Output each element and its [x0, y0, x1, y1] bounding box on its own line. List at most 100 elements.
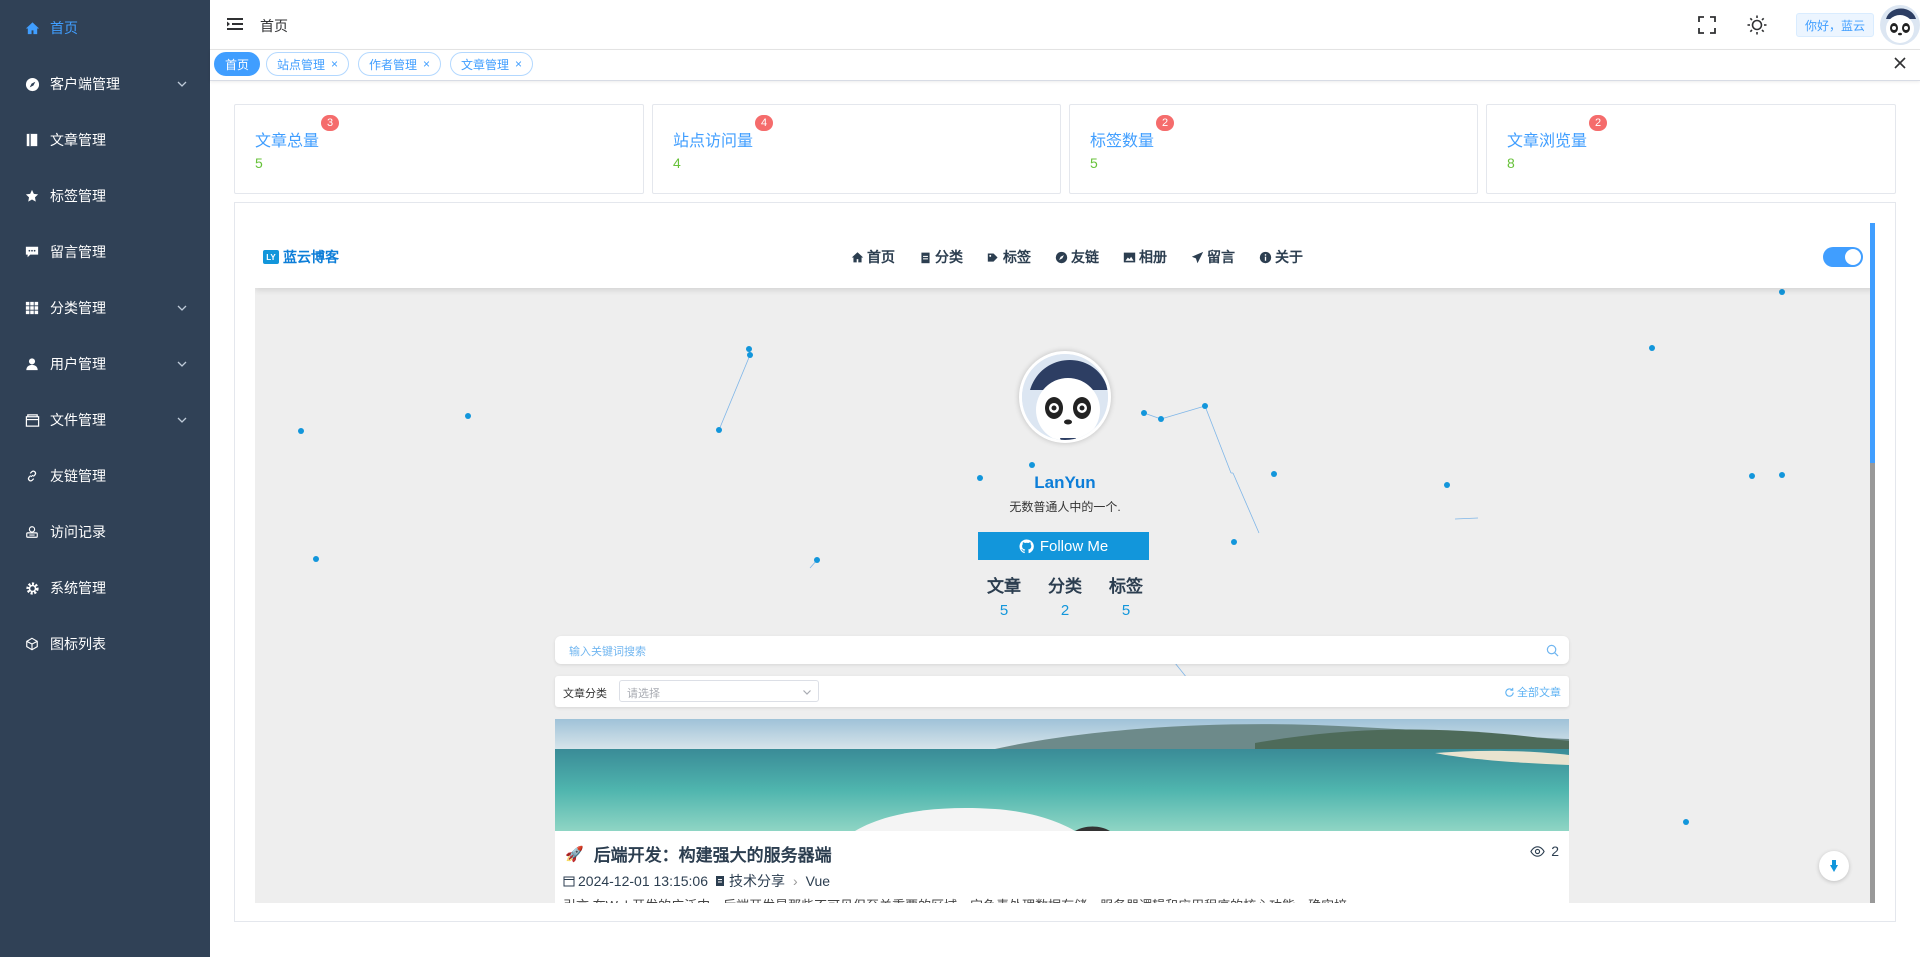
blog-menu-label: 标签	[1003, 249, 1031, 265]
stat-card-title: 站点访问量 4	[673, 115, 774, 151]
chevron-right-icon: ›	[793, 873, 798, 889]
sidebar-item-home[interactable]: 首页	[0, 0, 210, 56]
tag-label: 首页	[225, 57, 250, 72]
blog-menu-message[interactable]: 留言	[1191, 247, 1235, 267]
compass-icon	[1055, 251, 1068, 263]
sidebar-item-visits[interactable]: 访问记录	[0, 504, 210, 560]
sidebar-item-label: 标签管理	[50, 188, 106, 204]
article-search-input[interactable]: 输入关键词搜索	[555, 636, 1569, 664]
folder-icon	[24, 412, 40, 428]
clipboard-icon	[716, 876, 724, 886]
category-filter-bar: 文章分类 请选择 全部文章	[555, 676, 1569, 707]
refresh-icon	[1505, 687, 1514, 697]
blog-preview-frame[interactable]: LY 蓝云博客 首页 分类 标签 友链 相册 留言 关于 LanYun 无数普通…	[255, 223, 1875, 903]
blog-menu-home[interactable]: 首页	[851, 247, 895, 267]
blog-author-motto: 无数普通人中的一个.	[1009, 500, 1121, 514]
sidebar-item-tags[interactable]: 标签管理	[0, 168, 210, 224]
sidebar-item-label: 分类管理	[50, 300, 106, 316]
sidebar-item-links[interactable]: 友链管理	[0, 448, 210, 504]
stat-title-text: 文章浏览量	[1507, 133, 1588, 150]
follow-label: Follow Me	[1039, 537, 1109, 555]
stat-badge: 3	[321, 115, 340, 131]
sidebar-item-label: 访问记录	[50, 524, 106, 540]
stat-card-title: 文章浏览量 2	[1507, 115, 1608, 151]
filter-label: 文章分类	[563, 688, 607, 700]
search-placeholder: 输入关键词搜索	[569, 646, 646, 658]
header-actions: 你好，蓝云	[1696, 0, 1920, 50]
blog-stat-articles[interactable]: 文章 5	[979, 572, 1029, 619]
scrollbar-thumb[interactable]	[1870, 223, 1875, 463]
sidebar-item-articles[interactable]: 文章管理	[0, 112, 210, 168]
sidebar-item-comments[interactable]: 留言管理	[0, 224, 210, 280]
sidebar-item-label: 文件管理	[50, 412, 106, 428]
rocket-icon: 🚀	[565, 845, 584, 863]
home-icon	[24, 20, 40, 36]
gear-icon	[24, 580, 40, 596]
sidebar-item-categories[interactable]: 分类管理	[0, 280, 210, 336]
blog-menu-tags[interactable]: 标签	[987, 247, 1031, 267]
article-card[interactable]: 🚀 后端开发：构建强大的服务器端 2 2024-12-01 13:15:06 技术…	[555, 719, 1569, 903]
sidebar-item-system[interactable]: 系统管理	[0, 560, 210, 616]
stat-value: 5	[255, 155, 263, 171]
tag-article[interactable]: 文章管理 ×	[450, 52, 534, 76]
article-title-text: 后端开发：构建强大的服务器端	[593, 846, 832, 865]
close-all-icon[interactable]	[1892, 55, 1908, 71]
blog-menu: 首页 分类 标签 友链 相册 留言 关于	[851, 247, 1327, 267]
category-select[interactable]: 请选择	[619, 680, 819, 702]
greeting-badge[interactable]: 你好，蓝云	[1795, 13, 1874, 37]
blog-logo: LY	[263, 250, 279, 264]
clipboard-icon	[921, 252, 930, 263]
blog-menu-category[interactable]: 分类	[919, 247, 963, 267]
sidebar: 首页 客户端管理 文章管理 标签管理 留言管理 分类管理 用户管理 文件管理 友…	[0, 0, 210, 957]
sidebar-item-users[interactable]: 用户管理	[0, 336, 210, 392]
tag-home[interactable]: 首页	[214, 52, 261, 76]
close-icon[interactable]: ×	[423, 57, 430, 71]
preview-scrollbar[interactable]	[1870, 223, 1875, 903]
back-to-top-button[interactable]	[1819, 851, 1849, 881]
fullscreen-icon[interactable]	[1696, 14, 1718, 36]
stat-value: 8	[1507, 155, 1515, 171]
breadcrumb[interactable]: 首页	[260, 16, 288, 36]
blog-brand[interactable]: LY 蓝云博客	[263, 247, 339, 267]
stat-number: 5	[999, 602, 1009, 619]
article-cover-image	[555, 719, 1569, 831]
calendar-icon	[563, 876, 575, 887]
sidebar-item-files[interactable]: 文件管理	[0, 392, 210, 448]
blog-menu-links[interactable]: 友链	[1055, 247, 1099, 267]
follow-me-button[interactable]: Follow Me	[978, 532, 1149, 560]
rocket-down-icon	[1830, 860, 1838, 872]
blog-menu-about[interactable]: 关于	[1259, 247, 1303, 267]
close-icon[interactable]: ×	[515, 57, 522, 71]
avatar[interactable]	[1880, 5, 1920, 45]
stat-value: 4	[673, 155, 681, 171]
stat-number: 2	[1060, 602, 1070, 619]
theme-toggle[interactable]	[1823, 247, 1863, 267]
tag-site[interactable]: 站点管理 ×	[266, 52, 350, 76]
stat-card-title: 标签数量 2	[1090, 115, 1175, 151]
tags-view: 首页 站点管理 × 作者管理 × 文章管理 ×	[210, 50, 1920, 81]
article-title[interactable]: 🚀 后端开发：构建强大的服务器端	[565, 841, 832, 866]
sun-icon[interactable]	[1746, 14, 1768, 36]
cube-icon	[24, 636, 40, 652]
eye-icon	[1530, 845, 1545, 857]
tag-author[interactable]: 作者管理 ×	[358, 52, 442, 76]
all-articles-button[interactable]: 全部文章	[1504, 684, 1561, 700]
blog-stat-tags[interactable]: 标签 5	[1101, 572, 1151, 619]
info-icon	[1259, 251, 1272, 263]
stat-title-text: 文章总量	[255, 133, 320, 150]
close-icon[interactable]: ×	[331, 57, 338, 71]
hamburger-icon[interactable]	[226, 15, 244, 33]
tag-label: 文章管理	[461, 57, 510, 72]
article-category[interactable]: 技术分享	[729, 871, 785, 891]
sidebar-item-client[interactable]: 客户端管理	[0, 56, 210, 112]
comment-icon	[24, 244, 40, 260]
blog-avatar[interactable]	[1019, 351, 1111, 443]
search-icon[interactable]	[1546, 644, 1559, 657]
blog-menu-album[interactable]: 相册	[1123, 247, 1167, 267]
article-tag[interactable]: Vue	[806, 873, 830, 889]
all-articles-label: 全部文章	[1517, 687, 1561, 699]
sidebar-item-icons[interactable]: 图标列表	[0, 616, 210, 672]
tag-label: 作者管理	[369, 57, 418, 72]
blog-stat-categories[interactable]: 分类 2	[1040, 572, 1090, 619]
article-excerpt: 引言 在Web开发的广泛中，后端开发是那些不可见但至关重要的区域。它负责处理数据…	[563, 895, 1347, 903]
